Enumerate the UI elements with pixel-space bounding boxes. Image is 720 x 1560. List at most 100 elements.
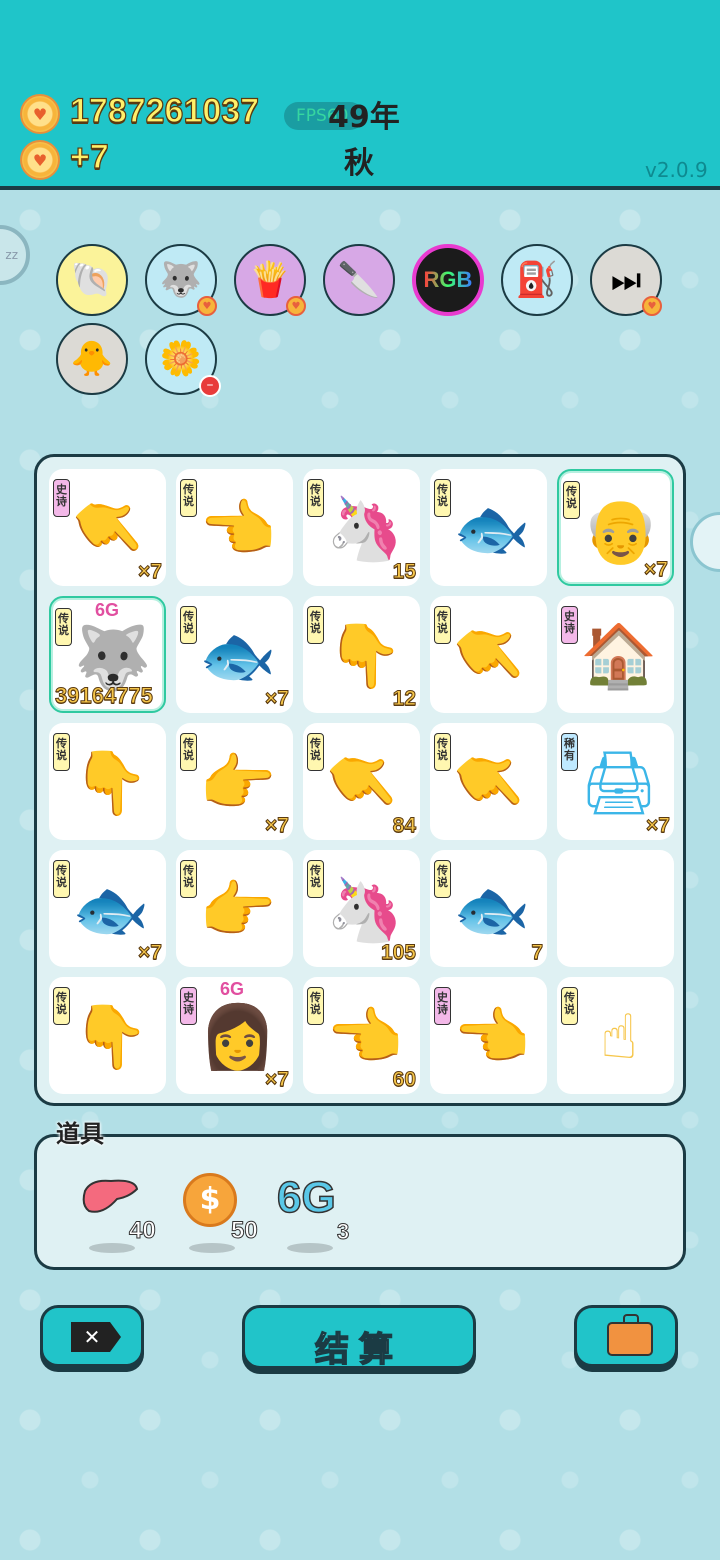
prop-6g-count: 3 <box>336 1219 350 1245</box>
rarity-tag: 传说 <box>180 606 197 644</box>
6g-icon: 6G <box>276 1172 336 1223</box>
grid-cell-koi-fish[interactable]: 传说 🐟 ×7 <box>176 596 293 713</box>
coin-icon: ♥ <box>20 94 60 134</box>
grid-cell-unicorn[interactable]: 传说 🦄 105 <box>303 850 420 967</box>
income-rate: +7 <box>69 137 109 176</box>
husky-icon: 🐺 <box>159 260 203 300</box>
grid-cell-koi-fish[interactable]: 传说 🐟 ×7 <box>49 850 166 967</box>
item-count: 12 <box>392 687 416 711</box>
grid-cell-pointing-hand-yellow-right[interactable]: 传说 👉 <box>176 850 293 967</box>
skip-icon: ⏭ <box>610 260 642 300</box>
grid-cell-empty[interactable] <box>557 850 674 967</box>
item-count: ×7 <box>265 687 290 711</box>
item-count: ×7 <box>265 1068 290 1092</box>
grid-cell-pointing-hand-yellow-down[interactable]: 传说 👇 12 <box>303 596 420 713</box>
6g-badge: 6G <box>220 979 245 999</box>
pointing-hand-yellow-left-icon: 👈 <box>199 492 277 565</box>
pointing-hand-yellow-down-icon: 👇 <box>72 1000 150 1073</box>
grid-cell-pointing-hand-yellow-diag[interactable]: 传说 👇 <box>430 723 547 840</box>
pump-icon: ⛽ <box>515 260 559 300</box>
item-count: 15 <box>392 560 416 584</box>
rarity-tag: 传说 <box>307 860 324 898</box>
grid-cell-pointing-hand-yellow-diag[interactable]: 传说 👇 84 <box>303 723 420 840</box>
printer-icon: 🖨 <box>579 746 659 819</box>
item-count: 105 <box>380 941 416 965</box>
rarity-tag: 史诗 <box>561 606 578 644</box>
rarity-tag: 传说 <box>434 479 451 517</box>
grid-cell-king-face[interactable]: 传说 👴 ×7 <box>557 469 674 586</box>
rarity-tag: 传说 <box>180 733 197 771</box>
item-count: ×7 <box>646 814 671 838</box>
grid-cell-pointing-hand-yellow-right[interactable]: 传说 👉 ×7 <box>176 723 293 840</box>
grid-cell-pointing-hand-gray-left[interactable]: 史诗 👈 <box>430 977 547 1094</box>
season-label: 秋 <box>344 146 374 181</box>
pointing-hand-yellow-up-icon: ☝ <box>600 1000 638 1073</box>
grid-cell-koi-fish[interactable]: 传说 🐟 <box>430 469 547 586</box>
rarity-tag: 传说 <box>307 479 324 517</box>
rarity-tag: 传说 <box>53 860 70 898</box>
grid-cell-pointing-hand-yellow-left[interactable]: 传说 👈 <box>176 469 293 586</box>
badge-rgb[interactable]: RGB <box>412 244 484 316</box>
rarity-tag: 史诗 <box>434 987 451 1025</box>
item-count: ×7 <box>138 941 163 965</box>
fries-icon: 🍟 <box>248 260 292 300</box>
rarity-tag: 传说 <box>434 860 451 898</box>
remove-badge-icon[interactable]: – <box>199 375 221 397</box>
rarity-tag: 传说 <box>307 987 324 1025</box>
grid-cell-girl-face[interactable]: 史诗 👩 6G ×7 <box>176 977 293 1094</box>
rarity-tag: 传说 <box>53 987 70 1025</box>
shadow <box>89 1243 135 1253</box>
prop-liver[interactable]: 40 <box>81 1177 156 1257</box>
badge-skip[interactable]: ⏭ ♥ <box>590 244 662 316</box>
settle-label: 结算 <box>314 1329 403 1371</box>
pointing-hand-yellow-right-icon: 👉 <box>199 873 277 946</box>
item-count: 7 <box>531 941 544 965</box>
grid-cell-pointing-hand-yellow-up[interactable]: 传说 ☝ <box>557 977 674 1094</box>
grid-cell-unicorn[interactable]: 传说 🦄 15 <box>303 469 420 586</box>
briefcase-button[interactable] <box>574 1305 678 1367</box>
grid-cell-rabbit-house[interactable]: 史诗 🏠 <box>557 596 674 713</box>
settle-button[interactable]: 结算 <box>242 1305 476 1371</box>
prop-liver-count: 40 <box>129 1217 157 1245</box>
shadow <box>189 1243 235 1253</box>
grid-cell-pointing-hand-yellow-left[interactable]: 传说 👈 60 <box>303 977 420 1094</box>
badge-fries[interactable]: 🍟 ♥ <box>234 244 306 316</box>
koi-fish-icon: 🐟 <box>453 873 531 946</box>
koi-fish-icon: 🐟 <box>72 873 150 946</box>
prop-6g[interactable]: 6G 3 <box>276 1172 367 1257</box>
props-label: 道具 <box>56 1120 104 1148</box>
badge-shell[interactable]: 🐚 <box>56 244 128 316</box>
badge-husky[interactable]: 🐺 ♥ <box>145 244 217 316</box>
unicorn-icon: 🦄 <box>326 873 404 946</box>
grid-cell-koi-fish[interactable]: 传说 🐟 7 <box>430 850 547 967</box>
rarity-tag: 传说 <box>180 479 197 517</box>
merge-grid: 史诗 👇 ×7 传说 👈 传说 🦄 15 传说 🐟 传说 👴 ×7 传说 🐺 6G 39164775 传说 🐟 ×7 传… <box>34 454 686 1106</box>
close-button[interactable]: ✕ <box>40 1305 144 1367</box>
shell-icon: 🐚 <box>70 260 114 300</box>
item-count: ×7 <box>138 560 163 584</box>
badge-chick[interactable]: 🐥 <box>56 323 128 395</box>
koi-fish-icon: 🐟 <box>453 492 531 565</box>
pointing-hand-yellow-down-icon: 👇 <box>326 619 404 692</box>
dollar-coin-icon: $ <box>183 1173 237 1227</box>
grid-cell-printer[interactable]: 稀有 🖨 ×7 <box>557 723 674 840</box>
item-count: 84 <box>392 814 416 838</box>
prop-dollar[interactable]: $ 50 <box>183 1173 263 1257</box>
coin-balance: 1787261037 <box>69 91 260 130</box>
badge-cleaver[interactable]: 🔪 <box>323 244 395 316</box>
grid-cell-pointing-hand-yellow-down[interactable]: 传说 👇 <box>49 723 166 840</box>
item-count: ×7 <box>644 558 669 582</box>
grid-cell-pointing-hand-yellow-down[interactable]: 传说 👇 <box>49 977 166 1094</box>
grid-cell-pointing-hand-gray[interactable]: 史诗 👇 ×7 <box>49 469 166 586</box>
koi-fish-icon: 🐟 <box>199 619 277 692</box>
level-badge: ♥ <box>286 296 306 316</box>
year-label: 49年 <box>328 100 400 135</box>
grid-cell-husky-king[interactable]: 传说 🐺 6G 39164775 <box>49 596 166 713</box>
grid-cell-pointing-hand-yellow-diag[interactable]: 传说 👇 <box>430 596 547 713</box>
item-count: 39164775 <box>55 683 154 709</box>
close-icon: ✕ <box>71 1322 121 1352</box>
badge-pump[interactable]: ⛽ <box>501 244 573 316</box>
badge-flower[interactable]: 🌼 – <box>145 323 221 397</box>
item-count: 60 <box>392 1068 416 1092</box>
girl-face-icon: 👩 <box>199 1000 277 1073</box>
